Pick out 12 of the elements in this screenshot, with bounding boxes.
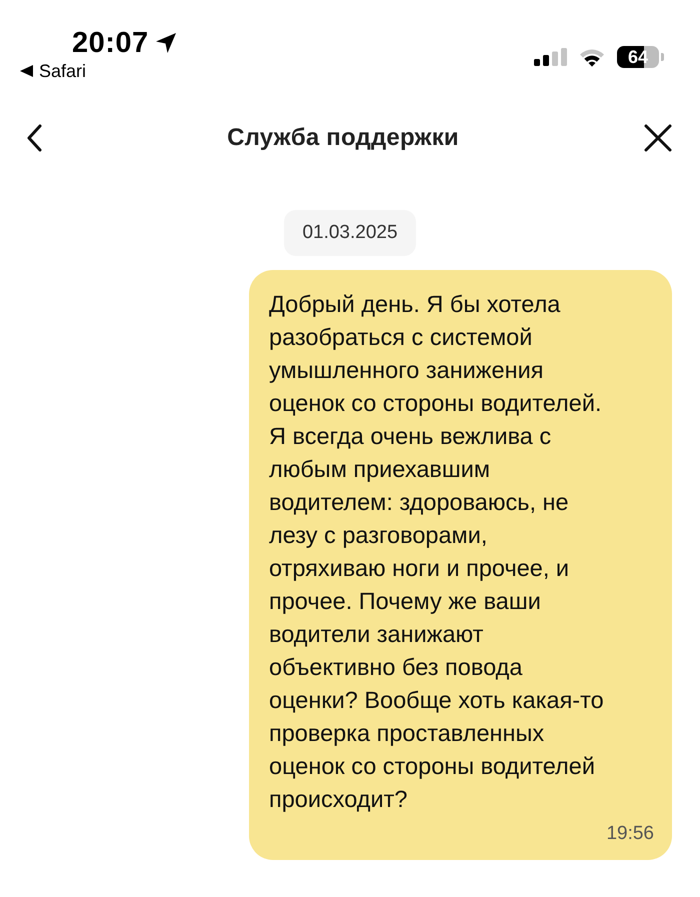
chevron-left-icon — [26, 124, 42, 152]
clock-time: 20:07 — [72, 26, 149, 60]
location-arrow-icon — [154, 32, 177, 54]
close-icon — [644, 124, 672, 152]
date-label: 01.03.2025 — [284, 210, 416, 256]
screen-title: Служба поддержки — [227, 124, 459, 152]
message-text: Добрый день. Я бы хотела разобраться с системой умышленного занижения оценок со стороны водителей. Я всегда очень вежлива с любым приехавшим водителем: здороваюсь, не лезу с разговорами, отряхиваю ноги и прочее, и прочее. Почему же ваши водители занижают объективно без повода оценки? Вообще хоть какая-то проверка проставленных оценок со стороны водителей происходит? — [269, 290, 605, 814]
back-to-app-link[interactable]: Safari — [39, 60, 86, 82]
wifi-icon — [579, 48, 605, 66]
message-time: 19:56 — [606, 822, 654, 846]
triangle-icon — [20, 65, 33, 77]
signal-icon — [534, 48, 567, 66]
